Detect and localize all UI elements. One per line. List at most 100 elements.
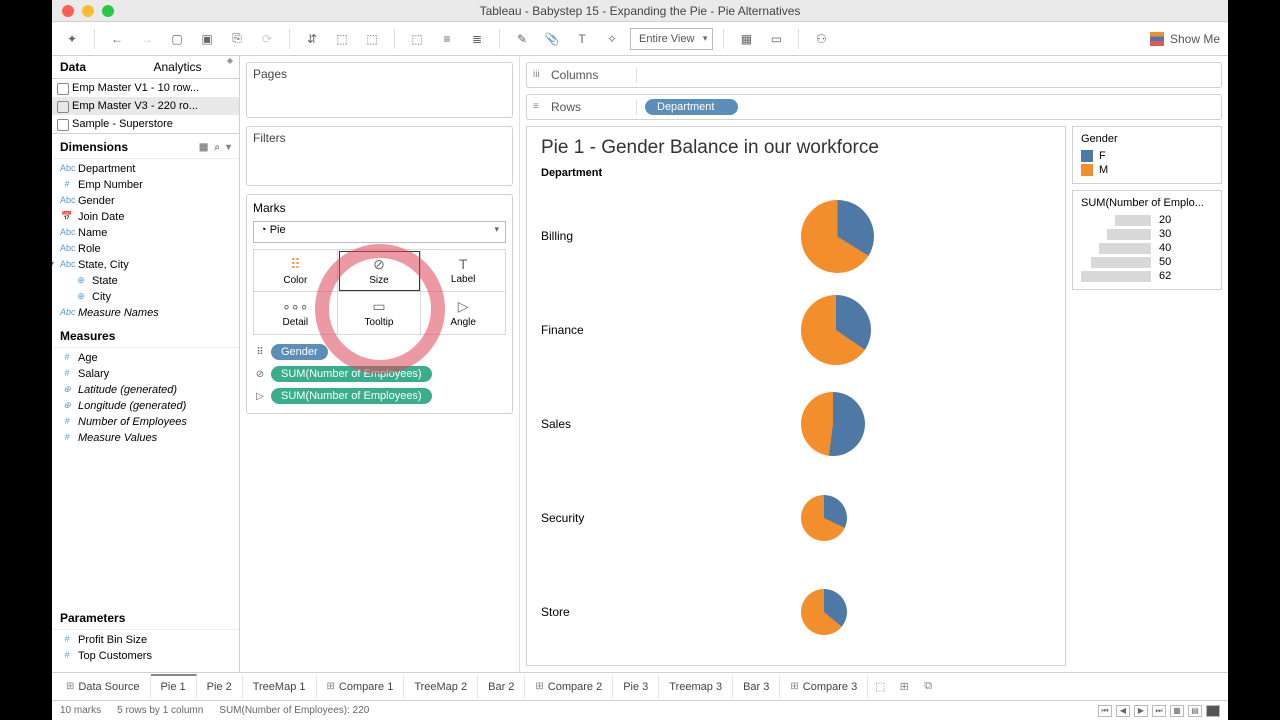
analytics-tab[interactable]: Analytics <box>146 56 240 78</box>
pie-mark[interactable] <box>801 589 847 635</box>
dept-row-security[interactable]: Security <box>541 471 1051 565</box>
size-legend[interactable]: SUM(Number of Emplo... 2030405062 <box>1072 190 1222 290</box>
presentation-button[interactable]: ▦ <box>734 27 758 51</box>
field-profit-bin-size[interactable]: #Profit Bin Size <box>52 632 239 648</box>
view-full-button[interactable] <box>1206 705 1220 717</box>
marks-pill[interactable]: SUM(Number of Employees) <box>271 388 432 404</box>
field-age[interactable]: #Age <box>52 350 239 366</box>
field-state[interactable]: ⊕State <box>52 273 239 289</box>
sheet-tab-data-source[interactable]: ⊞Data Source <box>56 675 151 698</box>
new-worksheet-tab[interactable]: ⬚ <box>868 680 892 693</box>
sheet-tab-pie-1[interactable]: Pie 1 <box>151 674 197 698</box>
sheet-tab-pie-2[interactable]: Pie 2 <box>197 675 243 698</box>
marks-tooltip-button[interactable]: ▭Tooltip <box>338 292 422 334</box>
filters-shelf[interactable]: Filters <box>246 126 513 186</box>
sheet-tab-pie-3[interactable]: Pie 3 <box>613 675 659 698</box>
marks-color-button[interactable]: ⠿Color <box>254 250 338 292</box>
dept-row-finance[interactable]: Finance <box>541 283 1051 377</box>
pie-mark[interactable] <box>801 200 874 273</box>
totals-button[interactable]: ≡ <box>435 27 459 51</box>
sheet-tab-bar-2[interactable]: Bar 2 <box>478 675 525 698</box>
new-dashboard-tab[interactable]: ⊞ <box>892 680 916 693</box>
sheet-tab-compare-1[interactable]: ⊞Compare 1 <box>317 675 405 698</box>
field-longitude-generated-[interactable]: ⊕Longitude (generated) <box>52 398 239 414</box>
label-button[interactable]: T <box>570 27 594 51</box>
dept-row-sales[interactable]: Sales <box>541 377 1051 471</box>
view-icon[interactable]: ▦ <box>199 142 208 153</box>
group-button[interactable]: ⬚ <box>405 27 429 51</box>
field-role[interactable]: AbcRole <box>52 241 239 257</box>
rows-shelf[interactable]: ≡Rows Department <box>526 94 1222 120</box>
refresh-button[interactable]: ⟳ <box>255 27 279 51</box>
color-legend[interactable]: Gender FM <box>1072 126 1222 184</box>
datasource-item[interactable]: Emp Master V1 - 10 row... <box>52 79 239 97</box>
nav-last-button[interactable]: ⏭ <box>1152 705 1166 717</box>
sheet-tab-treemap-1[interactable]: TreeMap 1 <box>243 675 317 698</box>
field-join-date[interactable]: 📅Join Date <box>52 209 239 225</box>
new-datasource-button[interactable]: ▣ <box>195 27 219 51</box>
forward-button[interactable]: → <box>135 27 159 51</box>
field-gender[interactable]: AbcGender <box>52 193 239 209</box>
marks-detail-button[interactable]: ∘∘∘Detail <box>254 292 338 334</box>
share-button[interactable]: ⚇ <box>809 27 833 51</box>
rows-pill-department[interactable]: Department <box>645 99 738 115</box>
field-number-of-employees[interactable]: #Number of Employees <box>52 414 239 430</box>
pages-shelf[interactable]: Pages <box>246 62 513 118</box>
back-button[interactable]: ← <box>105 27 129 51</box>
datasource-item[interactable]: Emp Master V3 - 220 ro... <box>52 97 239 115</box>
legend-item[interactable]: M <box>1081 163 1213 177</box>
field-name[interactable]: AbcName <box>52 225 239 241</box>
nav-prev-button[interactable]: ◀ <box>1116 705 1130 717</box>
swap-button[interactable]: ⇵ <box>300 27 324 51</box>
search-icon[interactable]: ⌕ <box>214 142 220 153</box>
showme-button[interactable]: Show Me <box>1150 32 1220 46</box>
tooltip-button[interactable]: ✧ <box>600 27 624 51</box>
marks-angle-button[interactable]: ▷Angle <box>421 292 505 334</box>
field-city[interactable]: ⊕City <box>52 289 239 305</box>
viz-title[interactable]: Pie 1 - Gender Balance in our workforce <box>541 137 1051 159</box>
highlight-button[interactable]: ✎ <box>510 27 534 51</box>
dashboard-button[interactable]: ▭ <box>764 27 788 51</box>
datasource-item[interactable]: Sample - Superstore <box>52 115 239 133</box>
field-department[interactable]: AbcDepartment <box>52 161 239 177</box>
sort-asc-button[interactable]: ⬚ <box>330 27 354 51</box>
field-measure-names[interactable]: AbcMeasure Names <box>52 305 239 321</box>
nav-first-button[interactable]: ⏮ <box>1098 705 1112 717</box>
sheet-tab-compare-2[interactable]: ⊞Compare 2 <box>525 675 613 698</box>
sheet-tab-compare-3[interactable]: ⊞Compare 3 <box>780 675 868 698</box>
sheet-tab-bar-3[interactable]: Bar 3 <box>733 675 780 698</box>
marks-pill[interactable]: Gender <box>271 344 328 360</box>
pin-button[interactable]: 📎 <box>540 27 564 51</box>
marks-label-button[interactable]: TLabel <box>421 250 505 292</box>
new-story-tab[interactable]: ⧉ <box>916 680 940 693</box>
field-salary[interactable]: #Salary <box>52 366 239 382</box>
pie-mark[interactable] <box>801 295 871 365</box>
field-measure-values[interactable]: #Measure Values <box>52 430 239 446</box>
tableau-logo-icon[interactable]: ✦ <box>60 27 84 51</box>
columns-shelf[interactable]: iiiColumns <box>526 62 1222 88</box>
dept-row-store[interactable]: Store <box>541 565 1051 659</box>
view-grid-button[interactable]: ▦ <box>1170 705 1184 717</box>
field-emp-number[interactable]: #Emp Number <box>52 177 239 193</box>
legend-item[interactable]: F <box>1081 149 1213 163</box>
viz-canvas[interactable]: Pie 1 - Gender Balance in our workforce … <box>526 126 1066 666</box>
field-top-customers[interactable]: #Top Customers <box>52 648 239 664</box>
sheet-tab-treemap-2[interactable]: TreeMap 2 <box>404 675 478 698</box>
view-tab-button[interactable]: ▤ <box>1188 705 1202 717</box>
clear-button[interactable]: ≣ <box>465 27 489 51</box>
field-state-city[interactable]: ▾AbcState, City <box>52 257 239 273</box>
field-latitude-generated-[interactable]: ⊕Latitude (generated) <box>52 382 239 398</box>
marks-type-dropdown[interactable]: ◔ Pie <box>253 221 506 243</box>
sort-desc-button[interactable]: ⬚ <box>360 27 384 51</box>
data-tab[interactable]: Data <box>52 56 146 78</box>
pie-mark[interactable] <box>801 392 865 456</box>
marks-pill[interactable]: SUM(Number of Employees) <box>271 366 432 382</box>
marks-size-button[interactable]: ⊘Size <box>338 250 422 292</box>
nav-next-button[interactable]: ▶ <box>1134 705 1148 717</box>
new-worksheet-button[interactable]: ⎘ <box>225 27 249 51</box>
fit-dropdown[interactable]: Entire View <box>630 28 713 50</box>
save-button[interactable]: ▢ <box>165 27 189 51</box>
dept-row-billing[interactable]: Billing <box>541 189 1051 283</box>
pie-mark[interactable] <box>801 495 847 541</box>
sheet-tab-treemap-3[interactable]: Treemap 3 <box>659 675 733 698</box>
